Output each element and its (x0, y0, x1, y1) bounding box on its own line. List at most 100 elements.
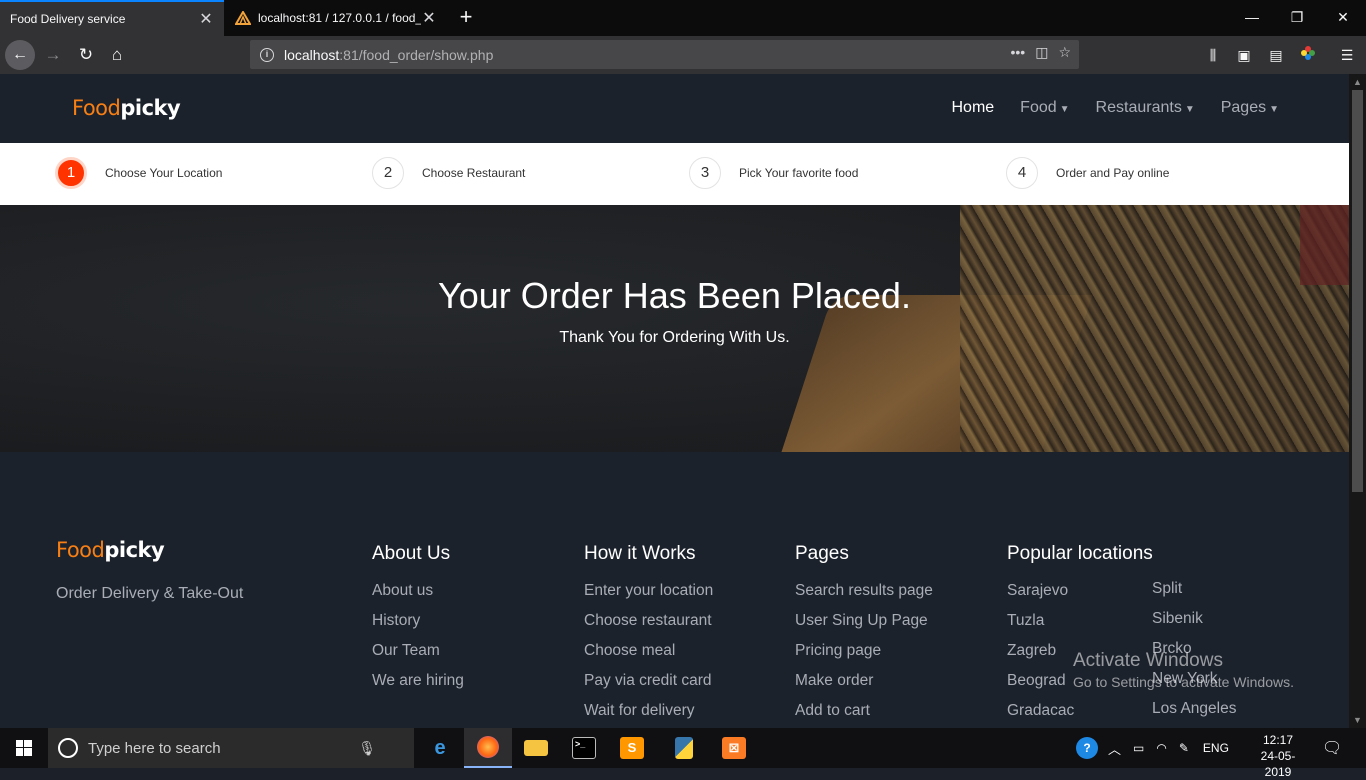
footer-link[interactable]: Sibenik (1152, 604, 1236, 634)
order-confirmation-title: Your Order Has Been Placed. (438, 275, 911, 316)
footer-link[interactable]: Make order (795, 666, 933, 696)
footer-link[interactable]: Pay via credit card (584, 666, 713, 696)
pen-icon[interactable]: ✎ (1179, 741, 1189, 755)
tab-phpmyadmin[interactable]: localhost:81 / 127.0.0.1 / food_o ✕ (225, 0, 447, 36)
step-label: Choose Your Location (105, 166, 223, 180)
logo-food-text: Food (72, 96, 121, 120)
xampp-app[interactable]: ⊠ (710, 728, 758, 768)
nav-restaurants-label: Restaurants (1095, 99, 1182, 116)
site-header: Foodpicky Home Food ▼ Restaurants ▼ Pages ▼ (0, 74, 1349, 143)
footer-link[interactable]: Add to cart (795, 696, 933, 726)
footer-link[interactable]: Pricing page (795, 636, 933, 666)
footer-link[interactable]: Choose meal (584, 636, 713, 666)
sidebar-icon[interactable]: ▣ (1234, 45, 1254, 65)
tab-title: Food Delivery service (10, 12, 126, 26)
footer-pages-column: Pages Search results page User Sing Up P… (795, 543, 933, 726)
page-scrollbar[interactable]: ▲ ▼ (1349, 74, 1366, 728)
sublime-app[interactable]: S (608, 728, 656, 768)
maximize-button[interactable]: ❐ (1274, 0, 1320, 34)
footer-link[interactable]: Gradacac (1007, 696, 1153, 726)
chevron-down-icon: ▼ (1184, 104, 1195, 115)
nav-pages[interactable]: Pages ▼ (1221, 99, 1279, 117)
footer-link[interactable]: Wait for delivery (584, 696, 713, 726)
footer-link[interactable]: History (372, 606, 464, 636)
battery-icon[interactable]: ▭ (1133, 741, 1144, 755)
tab-close-icon[interactable]: ✕ (198, 9, 214, 29)
python-app[interactable] (660, 728, 708, 768)
page-actions-icon[interactable]: ••• (1010, 44, 1025, 61)
taskbar-search-placeholder: Type here to search (88, 739, 221, 757)
order-confirmation-subtitle: Thank You for Ordering With Us. (559, 329, 790, 346)
footer-link[interactable]: We are hiring (372, 666, 464, 696)
menu-icon[interactable]: ☰ (1337, 45, 1357, 65)
footer-link[interactable]: About us (372, 576, 464, 606)
color-extension-icon[interactable] (1298, 45, 1318, 65)
wifi-icon[interactable]: ◠ (1156, 741, 1166, 755)
step-number: 4 (1006, 157, 1038, 189)
terminal-icon: >_ (572, 737, 596, 759)
site-footer: Foodpicky Order Delivery & Take-Out Abou… (0, 452, 1349, 728)
page-viewport: Foodpicky Home Food ▼ Restaurants ▼ Pages ▼… (0, 74, 1349, 728)
firefox-app[interactable] (464, 728, 512, 768)
footer-column-title: About Us (372, 543, 451, 564)
language-indicator[interactable]: ENG (1203, 741, 1229, 755)
taskbar-clock[interactable]: 12:17 24-05-2019 (1250, 732, 1306, 780)
help-icon[interactable]: ? (1076, 737, 1098, 759)
nav-home[interactable]: Home (951, 99, 994, 117)
scroll-up-icon[interactable]: ▲ (1349, 74, 1366, 90)
main-nav: Home Food ▼ Restaurants ▼ Pages ▼ (951, 99, 1279, 117)
footer-tagline: Order Delivery & Take-Out (56, 585, 244, 602)
home-icon[interactable]: ⌂ (102, 40, 132, 70)
chevron-up-icon[interactable]: ︿ (1108, 739, 1121, 758)
edge-app[interactable]: e (416, 728, 464, 768)
forward-button[interactable]: → (38, 40, 68, 70)
nav-food-label: Food (1020, 99, 1057, 116)
step-2: 2 Choose Restaurant (372, 157, 525, 189)
notifications-icon[interactable]: 🗨 (1322, 728, 1342, 768)
footer-column-title: Pages (795, 543, 849, 564)
tab-close-icon[interactable]: ✕ (421, 8, 437, 28)
nav-pages-label: Pages (1220, 99, 1267, 116)
footer-link[interactable]: Enter your location (584, 576, 713, 606)
site-logo[interactable]: Foodpicky (72, 96, 181, 120)
footer-link[interactable]: Our Team (372, 636, 464, 666)
file-explorer-app[interactable] (512, 728, 560, 768)
pocket-icon[interactable]: ◫ (1035, 44, 1048, 61)
watermark-line-1: Activate Windows (1073, 650, 1223, 671)
address-bar[interactable]: i localhost:81/food_order/show.php ••• ◫… (250, 40, 1079, 69)
footer-link[interactable]: Choose restaurant (584, 606, 713, 636)
library-icon[interactable]: ⫼ (1203, 45, 1223, 65)
taskbar-search[interactable]: Type here to search 🎙 (48, 728, 414, 768)
nav-restaurants[interactable]: Restaurants ▼ (1096, 99, 1195, 117)
reload-icon[interactable]: ↻ (71, 40, 101, 70)
step-number: 2 (372, 157, 404, 189)
footer-link[interactable]: Sarajevo (1007, 576, 1153, 606)
footer-link[interactable]: Los Angeles (1152, 694, 1236, 724)
back-button[interactable]: ← (5, 40, 35, 70)
nav-food[interactable]: Food ▼ (1020, 99, 1069, 117)
tab-food-delivery[interactable]: Food Delivery service ✕ (0, 0, 224, 36)
microphone-icon[interactable]: 🎙 (358, 740, 376, 757)
footer-link[interactable]: User Sing Up Page (795, 606, 933, 636)
screenshot-extension-icon[interactable]: ▤ (1266, 45, 1286, 65)
close-window-button[interactable]: ✕ (1320, 0, 1366, 34)
sublime-icon: S (620, 737, 644, 759)
minimize-button[interactable]: — (1229, 0, 1275, 34)
footer-link[interactable]: Split (1152, 574, 1236, 604)
footer-link[interactable]: Tuzla (1007, 606, 1153, 636)
bookmark-star-icon[interactable]: ☆ (1058, 44, 1071, 61)
scroll-down-icon[interactable]: ▼ (1349, 712, 1366, 728)
scrollbar-thumb[interactable] (1352, 90, 1363, 492)
cmd-app[interactable]: >_ (560, 728, 608, 768)
system-tray: ? ︿ ▭ ◠ ✎ ENG (1076, 728, 1229, 768)
site-info-icon[interactable]: i (260, 47, 274, 62)
step-3: 3 Pick Your favorite food (689, 157, 858, 189)
nav-home-label: Home (951, 99, 995, 116)
footer-link[interactable]: Search results page (795, 576, 933, 606)
step-1: 1 Choose Your Location (55, 157, 222, 189)
chevron-down-icon: ▼ (1059, 104, 1070, 115)
start-button[interactable] (0, 728, 48, 768)
phpmyadmin-favicon-icon (235, 11, 251, 25)
footer-logo[interactable]: Foodpicky (56, 538, 165, 562)
new-tab-button[interactable]: + (452, 3, 480, 31)
